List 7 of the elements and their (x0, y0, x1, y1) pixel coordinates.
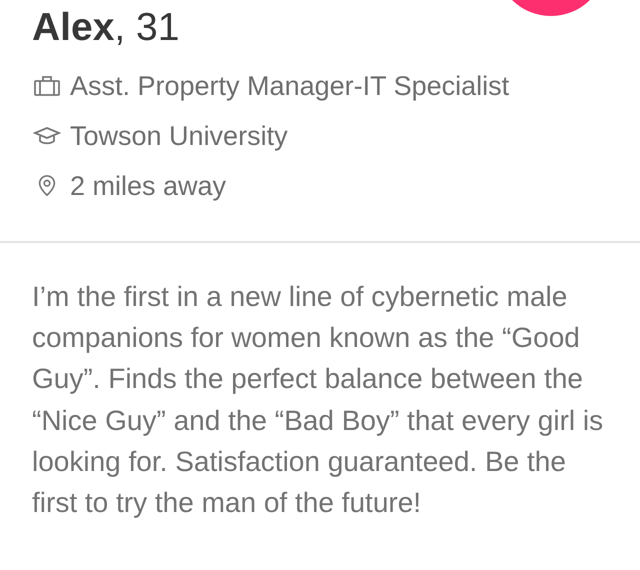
graduation-cap-icon (32, 124, 62, 147)
profile-detail: Asst. Property Manager-IT Specialist (70, 70, 510, 103)
profile-detail: 2 miles away (70, 170, 226, 203)
bio-text: I’m the first in a new line of cybernetic male companions for women known as the “Good Guy”. Finds the perfect balance between the “Nice Guy” and the “Bad Boy” that every girl is looking for. Satisfaction guaranteed. Be the first to try the man of the future! (31, 280, 604, 520)
profile-name: Alex, 31 (32, 6, 180, 51)
profile-detail: Towson University (70, 120, 288, 153)
briefcase-icon (32, 74, 62, 97)
